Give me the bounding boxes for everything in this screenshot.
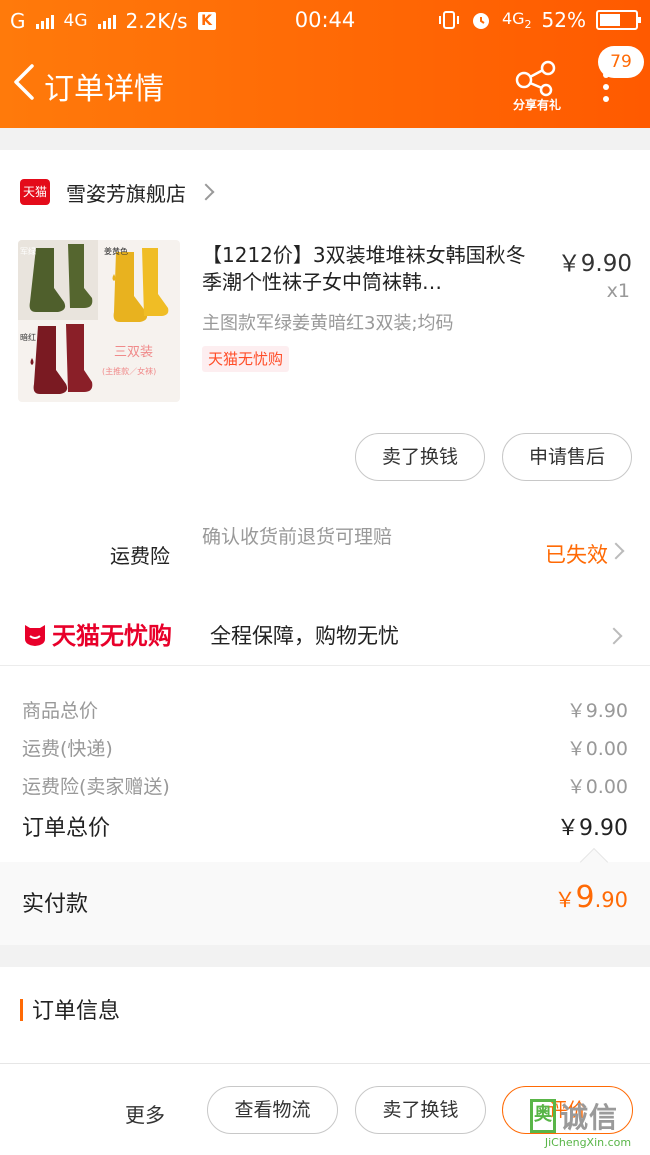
insurance-status[interactable]: 已失效: [545, 539, 608, 569]
chevron-right-icon: [605, 627, 623, 645]
socks-image: 军绿 姜黄色 暗红 三双装 (主推款／女袜): [18, 240, 169, 394]
logistics-button[interactable]: 查看物流: [207, 1086, 338, 1134]
fee-value: ￥0.00: [566, 776, 628, 798]
store-name: 雪姿芳旗舰店: [66, 181, 186, 206]
watermark-logo-icon: 奥: [530, 1099, 556, 1133]
order-card: 天猫 雪姿芳旗舰店 军绿 姜黄色 暗红 三双装 (主推款／女袜) 【1212价】…: [0, 150, 650, 945]
insurance-label: 运费险: [110, 544, 170, 568]
watermark-url: JiChengXin.com: [544, 1136, 632, 1149]
order-total-row: 订单总价 ￥9.90: [22, 810, 628, 842]
order-info-card: 订单信息: [0, 967, 650, 1065]
paid-currency: ￥: [554, 888, 576, 912]
wuyou-brand: 天猫无忧购: [52, 622, 172, 650]
battery-percent: 52%: [541, 8, 586, 32]
network-type: 4G2: [501, 8, 532, 32]
fee-value: ￥9.90: [566, 700, 628, 722]
watermark-text: 诚信: [560, 1101, 619, 1134]
chevron-right-icon: [197, 183, 215, 201]
sell-button-footer[interactable]: 卖了换钱: [355, 1086, 486, 1134]
order-total-label: 订单总价: [22, 816, 111, 841]
thumb-label-4: 三双装: [114, 345, 153, 360]
wuyou-logo: 天猫无忧购: [22, 616, 172, 651]
vibrate-icon: [438, 11, 459, 29]
alarm-icon: [472, 13, 489, 29]
product-qty: x1: [606, 280, 630, 302]
order-total-value: ￥9.90: [557, 816, 628, 841]
aftersale-button[interactable]: 申请售后: [502, 433, 632, 481]
watermark: 奥 诚信 JiChengXin.com: [530, 1096, 646, 1152]
paid-label: 实付款: [22, 892, 89, 917]
fee-row: 商品总价 ￥9.90: [22, 696, 628, 723]
product-title[interactable]: 【1212价】3双装堆堆袜女韩国秋冬季潮个性袜子女中筒袜韩…: [202, 242, 542, 296]
thumb-label-1: 军绿: [20, 247, 36, 256]
service-tag: 天猫无忧购: [202, 346, 290, 372]
product-thumbnail[interactable]: 军绿 姜黄色 暗红 三双装 (主推款／女袜): [18, 240, 180, 402]
wuyou-row[interactable]: 天猫无忧购 全程保障，购物无忧: [0, 606, 650, 666]
page-title: 订单详情: [44, 72, 164, 107]
thumb-label-3: 暗红: [20, 332, 36, 342]
store-row[interactable]: 天猫 雪姿芳旗舰店: [0, 170, 650, 214]
paid-value: ￥9.90: [555, 880, 629, 915]
back-arrow-icon[interactable]: [8, 62, 40, 102]
tmall-cat-icon: [25, 624, 45, 646]
insurance-desc: 确认收货前退货可理赔: [202, 526, 393, 548]
fee-label: 商品总价: [22, 700, 99, 722]
fee-row: 运费险(卖家赠送) ￥0.00: [22, 772, 628, 799]
paid-decimal: .90: [594, 888, 628, 912]
message-count-badge: 79: [598, 46, 644, 78]
chevron-right-icon: [607, 542, 625, 560]
fee-value: ￥0.00: [566, 738, 628, 760]
paid-integer: 9: [575, 880, 595, 915]
wuyou-slogan: 全程保障，购物无忧: [210, 624, 399, 648]
status-bar: G 4G 2.2K/s K 00:44 4G2 52%: [0, 0, 650, 44]
share-icon: [515, 60, 556, 97]
more-button[interactable]: 更多: [125, 1099, 165, 1128]
tmall-logo-icon: 天猫: [20, 179, 50, 205]
sell-button[interactable]: 卖了换钱: [355, 433, 485, 481]
fee-label: 运费(快递): [22, 738, 113, 760]
share-label: 分享有礼: [512, 98, 561, 112]
fee-label: 运费险(卖家赠送): [22, 776, 170, 798]
product-price: ￥9.90: [557, 251, 632, 277]
product-sku: 主图款军绿姜黄暗红3双装;均码: [202, 313, 454, 334]
fee-row: 运费(快递) ￥0.00: [22, 734, 628, 761]
paid-box: [0, 862, 650, 945]
section-accent-bar: [20, 999, 23, 1021]
order-info-title: 订单信息: [32, 999, 121, 1024]
share-button[interactable]: 分享有礼: [506, 58, 568, 114]
thumb-label-5: (主推款／女袜): [102, 366, 156, 376]
thumb-label-2: 姜黄色: [104, 246, 128, 256]
battery-icon: [596, 10, 641, 30]
